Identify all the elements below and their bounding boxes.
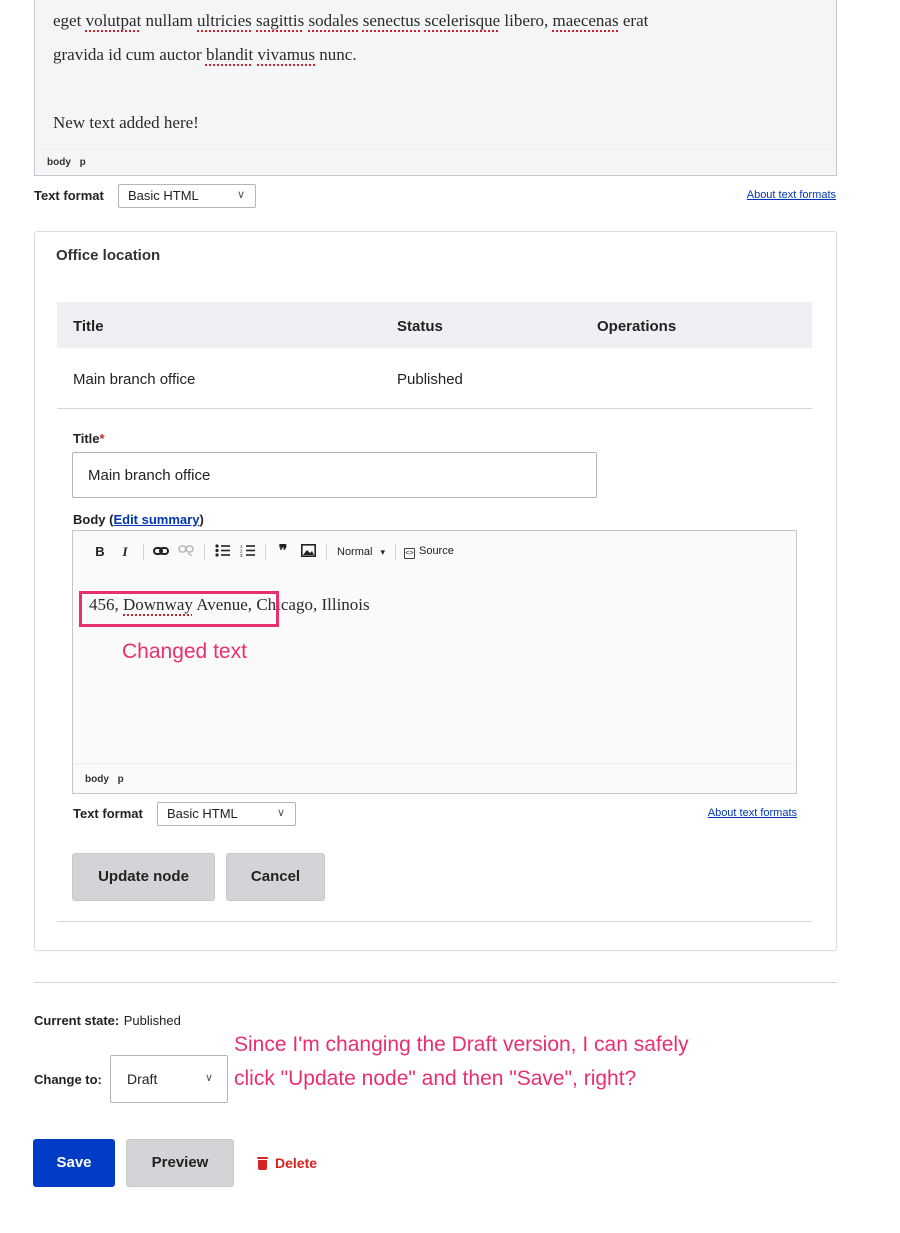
body-editor-element-path: body p bbox=[73, 763, 796, 793]
body-field-label: Body (Edit summary) bbox=[73, 512, 204, 527]
toolbar-separator bbox=[326, 544, 327, 560]
misspelled-word: ultricies bbox=[197, 11, 252, 30]
top-text-format-select[interactable]: Basic HTML ∨ bbox=[118, 184, 256, 208]
text-run: eget bbox=[53, 11, 86, 30]
office-location-legend: Office location bbox=[56, 247, 161, 264]
row-status: Published bbox=[397, 371, 463, 388]
annotation-question-line-2: click "Update node" and then "Save", rig… bbox=[234, 1067, 637, 1090]
column-header-operations: Operations bbox=[597, 318, 677, 335]
top-body-editor[interactable]: eget volutpat nullam ultricies sagittis … bbox=[34, 0, 837, 176]
top-about-text-formats-link[interactable]: About text formats bbox=[747, 189, 836, 201]
update-node-button[interactable]: Update node bbox=[72, 853, 215, 901]
editor-toolbar: B I 123 ❞ Normal ▾ <> Source bbox=[73, 531, 796, 573]
delete-label: Delete bbox=[275, 1155, 318, 1171]
body-text-format-select[interactable]: Basic HTML ∨ bbox=[157, 802, 296, 826]
toolbar-separator bbox=[143, 544, 144, 560]
top-editor-content[interactable]: eget volutpat nullam ultricies sagittis … bbox=[35, 0, 836, 140]
misspelled-word: scelerisque bbox=[424, 11, 501, 30]
body-label-close: ) bbox=[199, 512, 204, 527]
row-title: Main branch office bbox=[73, 371, 196, 388]
misspelled-word: blandit bbox=[205, 45, 254, 64]
text-run: nunc. bbox=[315, 45, 357, 64]
annotation-question-line-1: Since I'm changing the Draft version, I … bbox=[234, 1033, 689, 1056]
current-state-value: Published bbox=[123, 1013, 181, 1028]
body-text-format-value: Basic HTML bbox=[167, 806, 238, 821]
svg-text:3: 3 bbox=[240, 553, 243, 557]
section-divider bbox=[34, 982, 837, 983]
trash-icon bbox=[257, 1157, 268, 1170]
path-p[interactable]: p bbox=[118, 774, 124, 785]
required-marker: * bbox=[99, 431, 105, 446]
toolbar-separator bbox=[265, 544, 266, 560]
misspelled-word: senectus bbox=[362, 11, 421, 30]
caret-down-icon[interactable]: ▾ bbox=[380, 547, 385, 558]
save-button[interactable]: Save bbox=[33, 1139, 115, 1187]
title-field-label: Title* bbox=[73, 431, 105, 446]
heading-format-dropdown[interactable]: Normal bbox=[337, 546, 372, 558]
italic-button[interactable]: I bbox=[116, 544, 134, 560]
source-label: Source bbox=[418, 545, 454, 557]
text-run: erat bbox=[618, 11, 649, 30]
numbered-list-icon[interactable]: 123 bbox=[238, 544, 256, 561]
misspelled-word: sodales bbox=[308, 11, 359, 30]
delete-link[interactable]: Delete bbox=[257, 1155, 317, 1171]
text-run: nullam bbox=[141, 11, 198, 30]
text-run: libero, bbox=[500, 11, 553, 30]
unlink-icon[interactable] bbox=[177, 544, 195, 560]
source-icon: <> bbox=[403, 548, 415, 559]
chevron-down-icon: ∨ bbox=[204, 1072, 213, 1084]
column-header-status: Status bbox=[397, 318, 443, 335]
edit-summary-link[interactable]: Edit summary bbox=[113, 512, 199, 527]
path-body[interactable]: body bbox=[47, 157, 71, 168]
image-icon[interactable] bbox=[299, 543, 317, 561]
top-editor-paragraph-2: gravida id cum auctor blandit vivamus nu… bbox=[53, 38, 818, 72]
misspelled-word: vivamus bbox=[257, 45, 316, 64]
title-label-text: Title bbox=[73, 431, 100, 446]
bulleted-list-icon[interactable] bbox=[213, 543, 231, 561]
top-editor-paragraph-1: eget volutpat nullam ultricies sagittis … bbox=[53, 4, 818, 38]
cancel-button[interactable]: Cancel bbox=[226, 853, 325, 901]
path-p[interactable]: p bbox=[80, 157, 86, 168]
chevron-down-icon: ∨ bbox=[236, 189, 245, 201]
toolbar-separator bbox=[204, 544, 205, 560]
top-text-format-value: Basic HTML bbox=[128, 188, 199, 203]
toolbar-separator bbox=[394, 544, 396, 560]
body-label-text: Body ( bbox=[73, 512, 114, 527]
bold-button[interactable]: B bbox=[91, 544, 109, 560]
current-state-label: Current state: bbox=[34, 1013, 120, 1028]
change-to-value: Draft bbox=[127, 1071, 158, 1087]
fieldset-bottom-divider bbox=[57, 921, 812, 922]
annotation-highlight-box bbox=[79, 591, 279, 627]
path-body[interactable]: body bbox=[85, 774, 109, 785]
title-input[interactable]: Main branch office bbox=[72, 452, 597, 498]
text-run: gravida id cum auctor bbox=[53, 45, 206, 64]
top-text-format-label: Text format bbox=[34, 188, 104, 203]
current-state: Current state: Published bbox=[34, 1012, 181, 1030]
column-header-title: Title bbox=[73, 318, 104, 335]
annotation-changed-text: Changed text bbox=[122, 640, 247, 663]
body-text-format-label: Text format bbox=[73, 806, 143, 821]
source-button[interactable]: <> Source bbox=[403, 545, 454, 559]
chevron-down-icon: ∨ bbox=[276, 807, 285, 819]
blockquote-button[interactable]: ❞ bbox=[274, 544, 292, 560]
misspelled-word: maecenas bbox=[552, 11, 619, 30]
top-editor-element-path: body p bbox=[35, 149, 836, 175]
preview-button[interactable]: Preview bbox=[126, 1139, 234, 1187]
misspelled-word: sagittis bbox=[256, 11, 305, 30]
change-to-select[interactable]: Draft ∨ bbox=[110, 1055, 228, 1103]
misspelled-word: volutpat bbox=[85, 11, 142, 30]
body-about-text-formats-link[interactable]: About text formats bbox=[708, 807, 797, 819]
title-input-value: Main branch office bbox=[88, 467, 211, 484]
link-icon[interactable] bbox=[152, 544, 170, 560]
change-to-label: Change to: bbox=[34, 1072, 102, 1087]
top-editor-new-text: New text added here! bbox=[53, 113, 199, 132]
row-divider bbox=[57, 408, 812, 409]
